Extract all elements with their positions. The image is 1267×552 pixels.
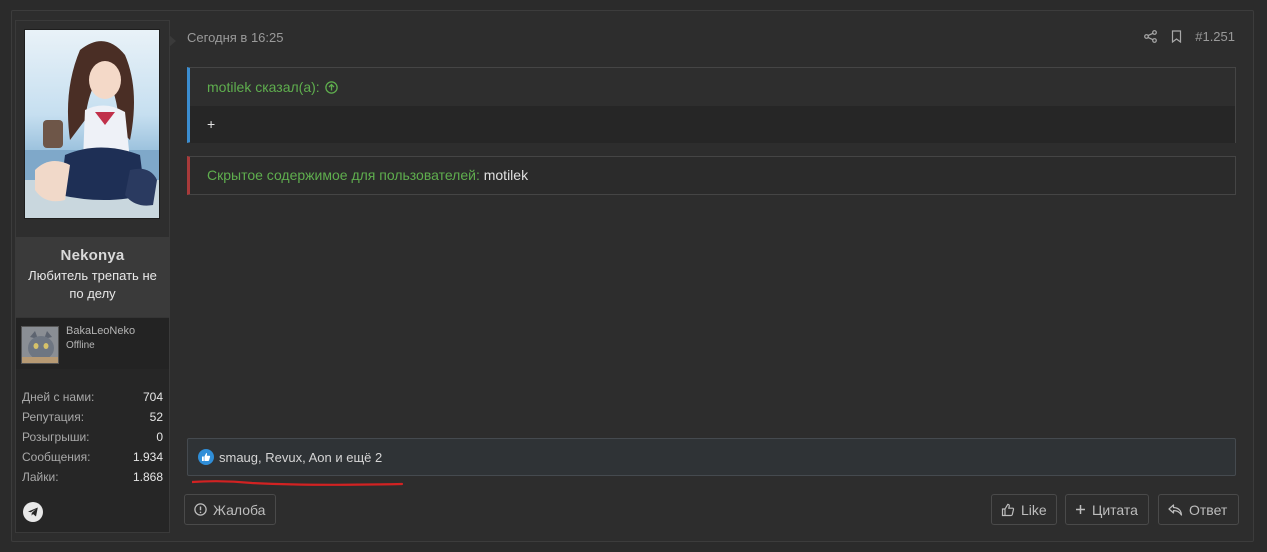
report-button[interactable]: Жалоба <box>184 494 276 525</box>
post-top-actions: #1.251 <box>1143 28 1235 44</box>
stat-row: Дней с нами: 704 <box>22 387 163 407</box>
user-stats: Дней с нами: 704 Репутация: 52 Розыгрыши… <box>22 387 163 487</box>
stat-value: 1.868 <box>132 470 163 484</box>
like-reaction-icon <box>198 449 214 465</box>
stat-row: Сообщения: 1.934 <box>22 447 163 467</box>
post-date[interactable]: Сегодня в 16:25 <box>187 30 283 45</box>
red-underline-annotation <box>192 480 404 486</box>
linked-account-avatar[interactable] <box>21 326 59 364</box>
avatar-frame <box>16 21 169 237</box>
cat-avatar-image <box>22 327 58 363</box>
stat-label: Дней с нами: <box>22 390 95 404</box>
stat-value: 1.934 <box>132 450 163 464</box>
reactions-bar[interactable]: smaug, Revux, Aon и ещё 2 <box>187 438 1236 476</box>
like-label: Like <box>1021 501 1047 518</box>
hidden-content-label: Скрытое содержимое для пользователей: <box>207 167 480 183</box>
hidden-content-user[interactable]: motilek <box>484 167 528 183</box>
quote-block: motilek сказал(а): + <box>187 67 1236 143</box>
quote-button[interactable]: Цитата <box>1065 494 1149 525</box>
stat-value: 704 <box>142 390 163 404</box>
stat-row: Репутация: 52 <box>22 407 163 427</box>
share-icon[interactable] <box>1143 28 1157 44</box>
jump-up-icon[interactable] <box>324 80 338 94</box>
plus-icon <box>1076 505 1085 514</box>
reply-button[interactable]: Ответ <box>1158 494 1239 525</box>
quote-button-label: Цитата <box>1092 501 1138 518</box>
telegram-glyph <box>28 507 38 517</box>
reply-label: Ответ <box>1189 501 1228 518</box>
telegram-icon[interactable] <box>23 502 43 522</box>
quote-text: + <box>190 106 1235 143</box>
stat-row: Розыгрыши: 0 <box>22 427 163 447</box>
username-link[interactable]: Nekonya <box>16 247 169 264</box>
linked-account-name[interactable]: BakaLeoNeko <box>66 325 135 337</box>
reply-arrow-icon <box>1168 503 1183 516</box>
quote-author[interactable]: motilek сказал(а): <box>207 68 320 106</box>
stat-label: Сообщения: <box>22 450 91 464</box>
user-title: Любитель трепать не по делу <box>28 268 157 301</box>
stat-value: 52 <box>149 410 163 424</box>
stat-label: Лайки: <box>22 470 59 484</box>
stat-label: Розыгрыши: <box>22 430 90 444</box>
stat-label: Репутация: <box>22 410 85 424</box>
hidden-content-block: Скрытое содержимое для пользователей: mo… <box>187 156 1236 195</box>
post-number-link[interactable]: #1.251 <box>1195 29 1235 44</box>
report-label: Жалоба <box>213 501 266 518</box>
avatar-pointer <box>169 35 177 47</box>
avatar-image <box>25 41 159 218</box>
alert-circle-icon <box>194 503 207 516</box>
user-sidebar: Nekonya Любитель трепать не по делу Baka… <box>15 20 176 533</box>
user-avatar[interactable] <box>24 29 160 219</box>
bookmark-icon[interactable] <box>1169 28 1183 44</box>
linked-account-status: Offline <box>66 340 95 351</box>
quote-header[interactable]: motilek сказал(а): <box>190 68 1235 106</box>
linked-account[interactable]: BakaLeoNeko Offline <box>16 317 169 369</box>
stat-row: Лайки: 1.868 <box>22 467 163 487</box>
stat-value: 0 <box>156 430 163 444</box>
thumbs-up-icon <box>1001 503 1015 516</box>
reactions-list[interactable]: smaug, Revux, Aon и ещё 2 <box>219 450 382 465</box>
like-button[interactable]: Like <box>991 494 1057 525</box>
